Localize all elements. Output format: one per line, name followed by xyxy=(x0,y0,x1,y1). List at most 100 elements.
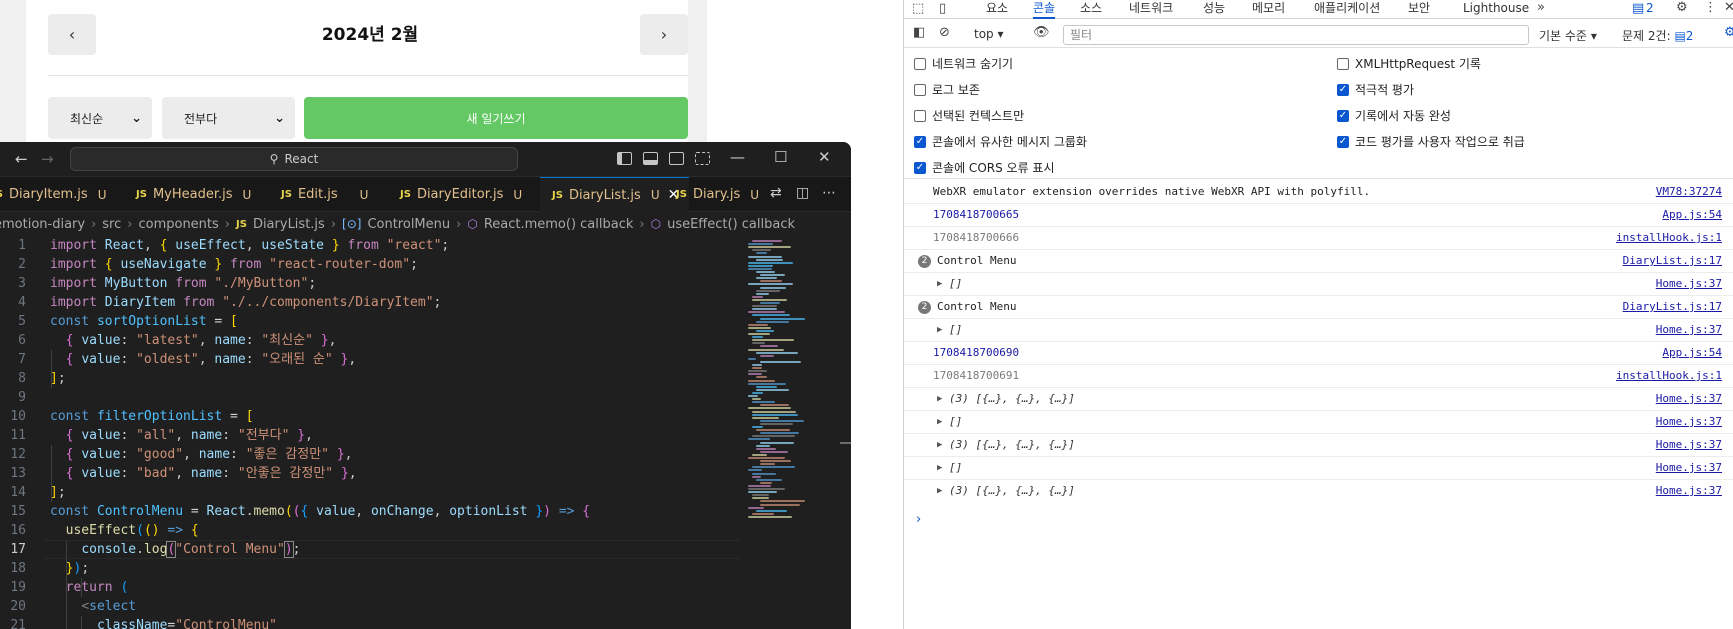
tab-lighthouse[interactable]: Lighthouse xyxy=(1463,0,1529,19)
setting-cors-errors[interactable]: ✓ 콘솔에 CORS 오류 표시 xyxy=(914,159,1055,176)
checkbox[interactable] xyxy=(1337,57,1349,70)
tab-edit[interactable]: JS Edit.js U xyxy=(281,177,368,212)
log-source-link[interactable]: Home.js:37 xyxy=(1656,480,1722,502)
customize-layout-icon[interactable] xyxy=(695,152,710,165)
clear-console-icon[interactable]: ⊘ xyxy=(939,25,950,40)
breadcrumb-symbol[interactable]: useEffect() callback xyxy=(667,217,795,232)
tab-diary[interactable]: JS Diary.js U xyxy=(676,177,759,212)
expand-triangle-icon[interactable]: ▶ xyxy=(937,411,942,433)
breadcrumb-file[interactable]: DiaryList.js xyxy=(253,217,325,232)
log-source-link[interactable]: installHook.js:1 xyxy=(1616,227,1722,249)
minimap[interactable] xyxy=(748,236,836,629)
issues-icon[interactable]: ▤ xyxy=(1632,1,1644,16)
sort-select[interactable]: 최신순 ⌄ xyxy=(48,97,152,139)
split-editor-icon[interactable]: ◫ xyxy=(796,185,809,201)
console-prompt[interactable]: › xyxy=(916,512,921,527)
toggle-secondary-sidebar-icon[interactable] xyxy=(669,152,684,165)
checkbox[interactable] xyxy=(914,109,926,122)
setting-hide-network[interactable]: 네트워크 숨기기 xyxy=(914,55,1013,72)
new-diary-button[interactable]: 새 일기쓰기 xyxy=(304,97,688,139)
tab-network[interactable]: 네트워크 xyxy=(1129,0,1173,19)
tab-security[interactable]: 보안 xyxy=(1408,0,1430,19)
checkbox-checked[interactable]: ✓ xyxy=(914,161,926,174)
breadcrumb-symbol[interactable]: ControlMenu xyxy=(367,217,450,232)
log-source-link[interactable]: App.js:54 xyxy=(1662,342,1722,364)
setting-group-similar[interactable]: ✓ 콘솔에서 유사한 메시지 그룹화 xyxy=(914,133,1087,150)
more-options-icon[interactable]: ⋮ xyxy=(1704,0,1717,15)
log-source-link[interactable]: Home.js:37 xyxy=(1656,273,1722,295)
log-source-link[interactable]: DiaryList.js:17 xyxy=(1623,296,1722,318)
open-changes-icon[interactable]: ⇄ xyxy=(770,185,782,201)
log-source-link[interactable]: Home.js:37 xyxy=(1656,319,1722,341)
toggle-panel-icon[interactable] xyxy=(643,152,658,165)
toggle-primary-sidebar-icon[interactable] xyxy=(617,152,632,165)
tab-diaryitem[interactable]: JS DiaryItem.js U xyxy=(0,177,106,212)
tab-myheader[interactable]: JS MyHeader.js U xyxy=(136,177,251,212)
breadcrumb-src[interactable]: src xyxy=(102,217,121,232)
minimize-icon[interactable]: — xyxy=(730,148,745,166)
tab-diarylist[interactable]: JS DiaryList.js U ✕ xyxy=(540,177,690,212)
tab-elements[interactable]: 요소 xyxy=(986,0,1008,19)
back-arrow-icon[interactable]: ← xyxy=(15,150,28,168)
checkbox-checked[interactable]: ✓ xyxy=(1337,83,1349,96)
log-source-link[interactable]: App.js:54 xyxy=(1662,204,1722,226)
log-source-link[interactable]: Home.js:37 xyxy=(1656,388,1722,410)
log-source-link[interactable]: Home.js:37 xyxy=(1656,434,1722,456)
breadcrumb-components[interactable]: components xyxy=(138,217,218,232)
checkbox-checked[interactable]: ✓ xyxy=(1337,135,1349,148)
repeat-count-badge: 2 xyxy=(918,301,931,314)
tab-performance[interactable]: 성능 xyxy=(1203,0,1225,19)
tab-sources[interactable]: 소스 xyxy=(1080,0,1102,19)
setting-eager-eval[interactable]: ✓ 적극적 평가 xyxy=(1337,81,1414,98)
live-expression-eye-icon[interactable]: 👁 xyxy=(1033,25,1050,40)
issues-count-badge[interactable]: 2 xyxy=(1646,1,1654,15)
more-actions-icon[interactable]: ⋯ xyxy=(822,185,836,201)
console-filter-input[interactable]: 필터 xyxy=(1063,25,1529,45)
setting-log-xhr[interactable]: XMLHttpRequest 기록 xyxy=(1337,55,1481,72)
expand-triangle-icon[interactable]: ▶ xyxy=(937,388,942,410)
setting-preserve-log[interactable]: 로그 보존 xyxy=(914,81,980,98)
setting-selected-context[interactable]: 선택된 컨텍스트만 xyxy=(914,107,1024,124)
forward-arrow-icon[interactable]: → xyxy=(41,150,54,168)
log-level-select[interactable]: 기본 수준 ▾ xyxy=(1539,27,1597,44)
console-settings-icon[interactable]: ⚙ xyxy=(1724,25,1733,40)
setting-autocomplete-history[interactable]: ✓ 기록에서 자동 완성 xyxy=(1337,107,1451,124)
checkbox[interactable] xyxy=(914,83,926,96)
tab-diaryeditor[interactable]: JS DiaryEditor.js U xyxy=(400,177,522,212)
prev-month-button[interactable]: ‹ xyxy=(48,14,96,55)
close-devtools-icon[interactable]: ✕ xyxy=(1724,0,1733,15)
log-source-link[interactable]: Home.js:37 xyxy=(1656,457,1722,479)
log-source-link[interactable]: Home.js:37 xyxy=(1656,411,1722,433)
setting-user-activation[interactable]: ✓ 코드 평가를 사용자 작업으로 취급 xyxy=(1337,133,1525,150)
expand-triangle-icon[interactable]: ▶ xyxy=(937,434,942,456)
code-editor[interactable]: 1 import React, { useEffect, useState } f… xyxy=(0,236,740,629)
expand-triangle-icon[interactable]: ▶ xyxy=(937,319,942,341)
issues-link[interactable]: 문제 2건: ▤2 xyxy=(1622,27,1693,44)
maximize-icon[interactable]: ☐ xyxy=(774,148,787,166)
checkbox-checked[interactable]: ✓ xyxy=(914,135,926,148)
expand-triangle-icon[interactable]: ▶ xyxy=(937,457,942,479)
breadcrumb-project[interactable]: emotion-diary xyxy=(0,217,85,232)
filter-select[interactable]: 전부다 ⌄ xyxy=(162,97,295,139)
device-toolbar-icon[interactable]: ▯ xyxy=(939,1,946,16)
close-window-icon[interactable]: ✕ xyxy=(818,148,831,166)
tab-console[interactable]: 콘솔 xyxy=(1033,0,1056,19)
checkbox-checked[interactable]: ✓ xyxy=(1337,109,1349,122)
tab-memory[interactable]: 메모리 xyxy=(1252,0,1285,19)
tab-application[interactable]: 애플리케이션 xyxy=(1314,0,1380,19)
settings-gear-icon[interactable]: ⚙ xyxy=(1676,0,1688,15)
checkbox[interactable] xyxy=(914,57,926,70)
scrollbar-marker[interactable] xyxy=(840,442,851,444)
inspect-element-icon[interactable]: ⬚ xyxy=(912,1,924,16)
expand-triangle-icon[interactable]: ▶ xyxy=(937,273,942,295)
context-select[interactable]: top ▾ xyxy=(974,27,1004,41)
log-source-link[interactable]: DiaryList.js:17 xyxy=(1623,250,1722,272)
next-month-button[interactable]: › xyxy=(640,14,688,55)
log-source-link[interactable]: installHook.js:1 xyxy=(1616,365,1722,387)
command-center-search[interactable]: ⚲ React xyxy=(70,147,518,171)
expand-triangle-icon[interactable]: ▶ xyxy=(937,480,942,502)
breadcrumb-symbol[interactable]: React.memo() callback xyxy=(484,217,634,232)
log-source-link[interactable]: VM78:37274 xyxy=(1656,181,1722,203)
more-tabs-icon[interactable]: » xyxy=(1537,0,1545,15)
sidebar-toggle-icon[interactable]: ◧ xyxy=(913,25,925,40)
